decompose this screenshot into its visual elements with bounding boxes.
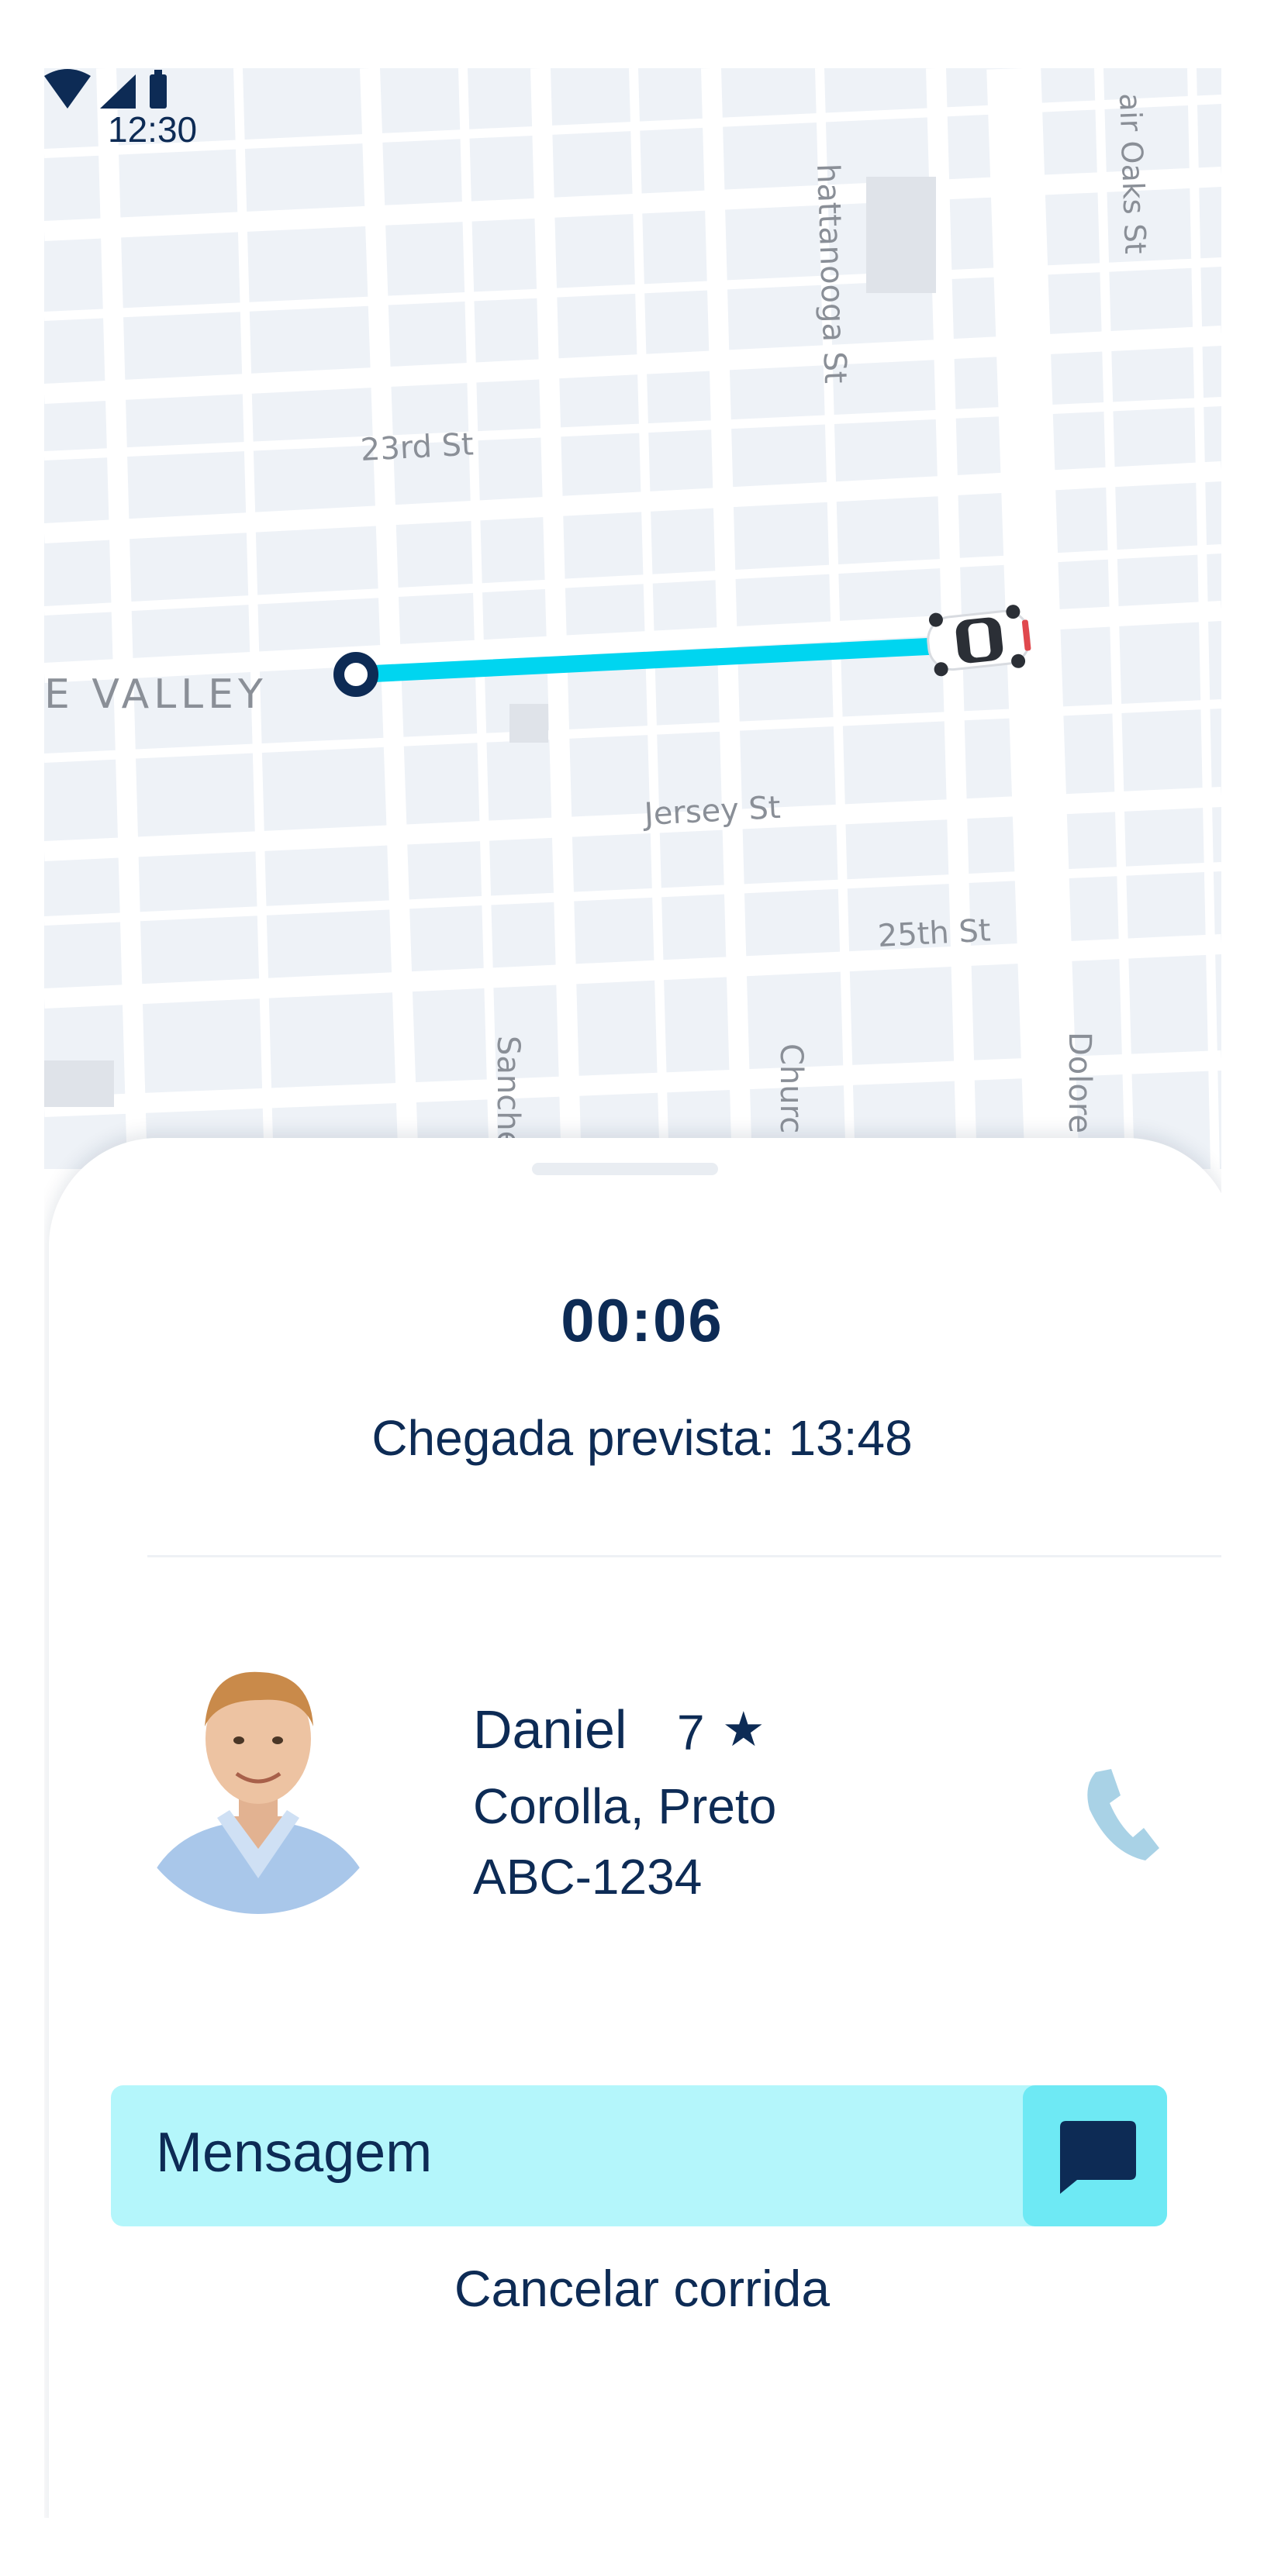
driver-avatar <box>124 1646 392 1914</box>
message-placeholder: Mensagem <box>156 2122 433 2184</box>
divider <box>147 1555 1221 1557</box>
route-overlay <box>333 605 1031 697</box>
status-icons <box>44 69 167 109</box>
call-driver-button[interactable] <box>1079 1763 1164 1864</box>
car-plate: ABC-1234 <box>473 1849 703 1905</box>
pickup-pin-icon <box>333 652 378 697</box>
phone-icon <box>1087 1769 1159 1860</box>
car-model: Corolla, Preto <box>473 1778 777 1834</box>
message-input[interactable]: Mensagem <box>111 2085 1167 2226</box>
ride-tracking-screen: hattanooga St air Oaks St 23rd St E VALL… <box>44 68 1221 2518</box>
wifi-icon <box>44 69 91 109</box>
trip-timer: 00:06 <box>561 1286 724 1354</box>
car-icon <box>927 605 1031 677</box>
map-view[interactable]: hattanooga St air Oaks St 23rd St E VALL… <box>44 68 1221 1169</box>
trip-bottom-sheet: 00:06 Chegada prevista: 13:48 Daniel 7 ★… <box>49 1138 1221 2518</box>
sheet-drag-handle[interactable] <box>532 1163 718 1175</box>
star-icon: ★ <box>722 1703 765 1757</box>
battery-icon <box>150 74 167 109</box>
status-time: 12:30 <box>108 109 198 150</box>
cancel-ride-button[interactable]: Cancelar corrida <box>49 2259 1221 2318</box>
route-line <box>350 637 952 683</box>
signal-icon <box>100 74 136 109</box>
send-message-button[interactable] <box>1023 2085 1167 2226</box>
eta-label: Chegada prevista: 13:48 <box>371 1410 913 1466</box>
driver-name: Daniel <box>473 1699 627 1760</box>
chat-icon <box>1060 2121 1136 2194</box>
driver-rating: 7 <box>677 1705 705 1760</box>
